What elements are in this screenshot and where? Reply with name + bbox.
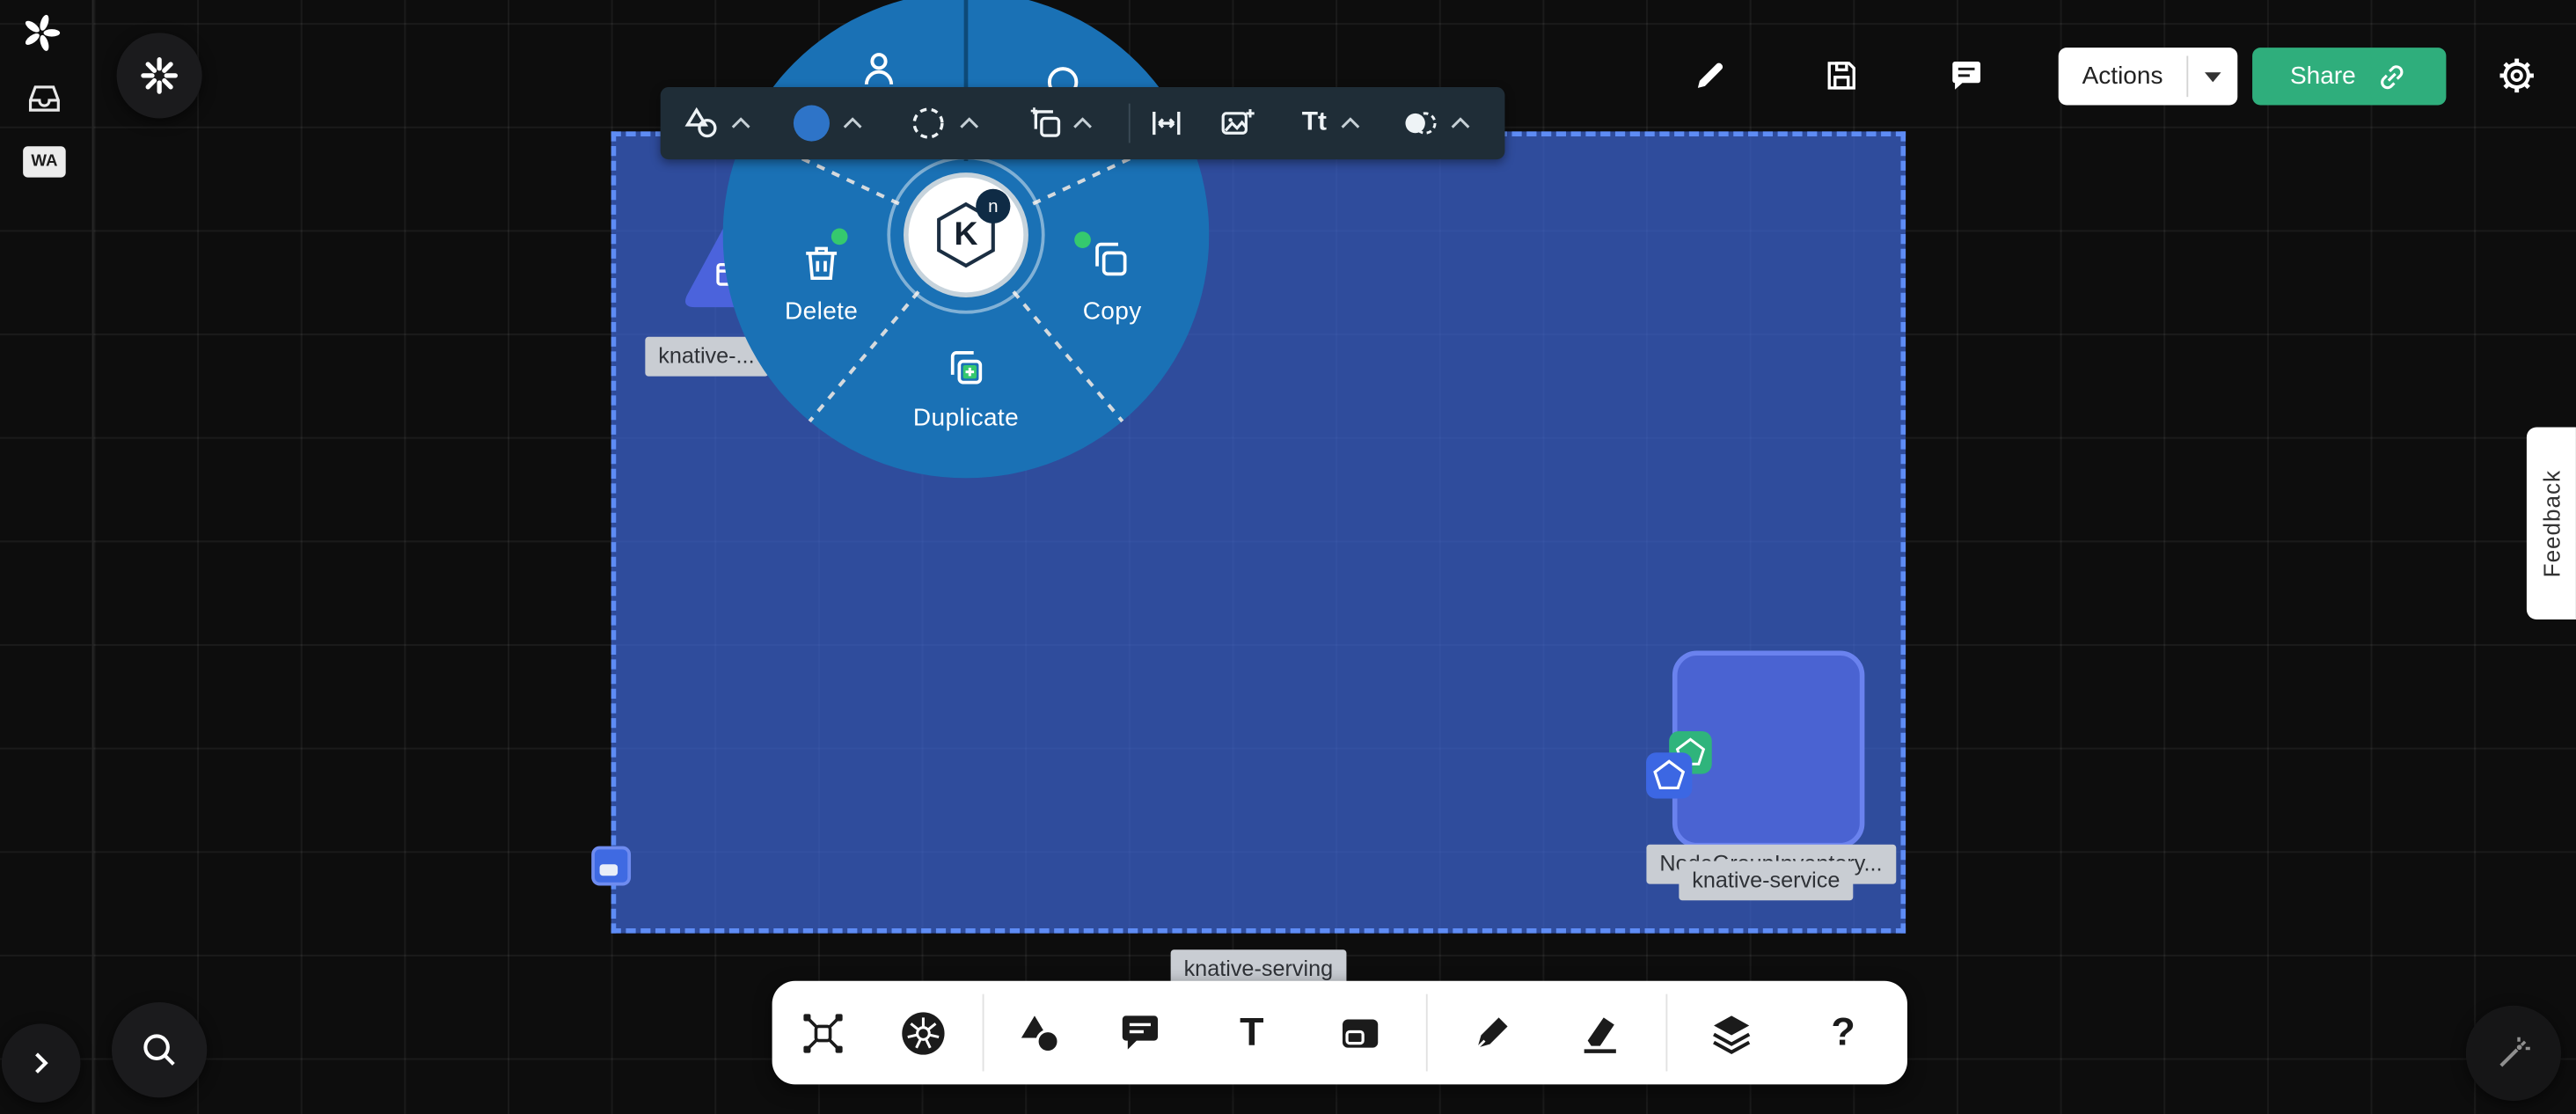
app-window: knative-... knative-serving NodeGroupInv…	[0, 0, 2576, 1114]
mini-node[interactable]	[591, 846, 631, 886]
main-menu-button[interactable]	[117, 33, 202, 118]
actions-label: Actions	[2059, 48, 2187, 105]
namespace-badge: n	[976, 189, 1010, 224]
selected-node-hub[interactable]: K	[904, 172, 1028, 297]
chevron-up-icon[interactable]	[843, 118, 862, 129]
highlighter-tool[interactable]	[1564, 997, 1636, 1069]
chevron-up-icon[interactable]	[1072, 118, 1092, 129]
user-icon[interactable]	[856, 46, 902, 92]
expand-panel-button[interactable]	[2, 1023, 81, 1103]
comments-button[interactable]	[1937, 46, 1996, 105]
text-width-button[interactable]	[1146, 104, 1186, 143]
flow-tool[interactable]	[787, 997, 859, 1069]
color-swatch-button[interactable]	[794, 106, 830, 142]
feedback-tab[interactable]: Feedback	[2527, 427, 2576, 619]
opacity-button[interactable]	[1400, 104, 1439, 143]
chevron-up-icon[interactable]	[731, 118, 750, 129]
settings-button[interactable]	[2487, 46, 2546, 105]
wa-badge[interactable]: WA	[23, 146, 66, 177]
help-tool[interactable]: ?	[1807, 997, 1879, 1069]
border-style-button[interactable]	[909, 104, 948, 143]
comment-tool[interactable]	[1104, 997, 1176, 1069]
kubernetes-icon	[900, 1010, 946, 1056]
zoom-button[interactable]	[112, 1002, 207, 1097]
kubernetes-letter: K	[954, 216, 977, 254]
copy-style-button[interactable]	[1027, 104, 1066, 143]
edit-button[interactable]	[1680, 46, 1739, 105]
feedback-label: Feedback	[2538, 470, 2565, 577]
save-button[interactable]	[1812, 46, 1871, 105]
service-label: knative-service	[1679, 861, 1853, 899]
shapes-tool[interactable]	[1004, 997, 1076, 1069]
bottom-toolbar: T ?	[772, 981, 1907, 1085]
dock-divider	[983, 994, 984, 1072]
knative-icon-blue	[1646, 752, 1692, 798]
pencil-icon	[1690, 55, 1730, 95]
context-toolbar: Tt	[661, 87, 1505, 159]
comment-icon	[1947, 55, 1987, 95]
asterisk-icon	[138, 55, 181, 98]
kubernetes-tool[interactable]	[887, 997, 959, 1069]
duplicate-icon[interactable]	[943, 345, 989, 391]
dock-divider	[1426, 994, 1428, 1072]
radial-context-menu: Delete Copy Duplicate K n	[723, 0, 1210, 478]
chevron-up-icon[interactable]	[1451, 118, 1470, 129]
status-dot	[831, 229, 848, 246]
copy-icon[interactable]	[1087, 237, 1133, 282]
gear-icon	[2495, 55, 2538, 98]
duplicate-menu-item[interactable]: Duplicate	[913, 404, 1019, 432]
frame-tool[interactable]	[1324, 997, 1396, 1069]
actions-dropdown[interactable]: Actions	[2059, 48, 2238, 105]
chevron-up-icon[interactable]	[1341, 118, 1360, 129]
text-style-button[interactable]: Tt	[1302, 108, 1327, 138]
laser-pointer-icon	[2492, 1032, 2536, 1075]
image-add-button[interactable]	[1218, 104, 1257, 143]
delete-icon[interactable]	[799, 240, 845, 286]
save-icon	[1822, 55, 1862, 95]
dock-divider	[1665, 994, 1667, 1072]
left-rail: WA	[0, 0, 93, 1114]
archive-icon[interactable]	[25, 79, 64, 119]
chevron-up-icon[interactable]	[960, 118, 979, 129]
toolbar-divider	[1129, 104, 1131, 143]
chevron-down-icon[interactable]	[2188, 48, 2237, 105]
layers-tool[interactable]	[1695, 997, 1767, 1069]
shape-style-button[interactable]	[682, 104, 721, 143]
text-tool[interactable]: T	[1216, 997, 1288, 1069]
copy-menu-item[interactable]: Copy	[1083, 297, 1142, 326]
delete-menu-item[interactable]: Delete	[785, 297, 858, 326]
app-logo	[19, 11, 62, 55]
chevron-right-icon	[23, 1045, 59, 1081]
magnifier-icon	[138, 1029, 181, 1072]
share-label: Share	[2290, 62, 2356, 91]
share-button[interactable]: Share	[2252, 48, 2446, 105]
status-dot	[1074, 231, 1091, 248]
pen-tool[interactable]	[1455, 997, 1527, 1069]
laser-pointer-button[interactable]	[2466, 1006, 2561, 1101]
link-icon	[2375, 60, 2408, 92]
